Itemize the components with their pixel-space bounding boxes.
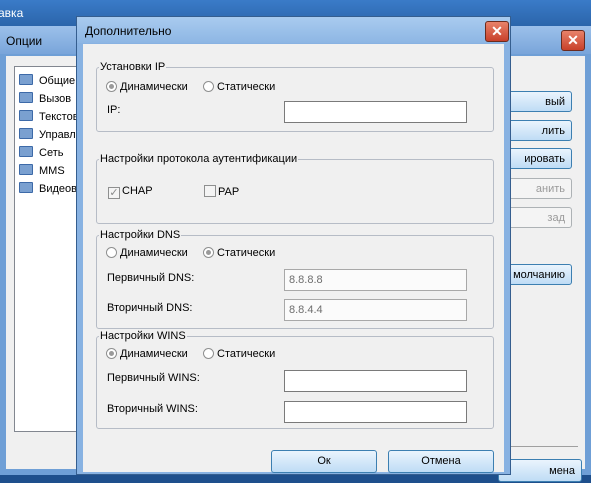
wins-static-radio[interactable]: Статически (203, 348, 275, 360)
radio-unchecked-icon (106, 247, 117, 258)
options-title: Опции (6, 34, 43, 48)
tree-item-control[interactable]: Управле (19, 128, 82, 145)
tree-item-label: Сеть (39, 147, 64, 159)
save-button[interactable]: анить (502, 178, 572, 199)
checkbox-empty-icon (204, 185, 216, 197)
dns-settings-legend: Настройки DNS (99, 229, 182, 241)
ok-button[interactable]: Ок (271, 450, 377, 473)
options-close-button[interactable]: ✕ (561, 30, 585, 51)
tree-item-general[interactable]: Общие (19, 74, 75, 91)
wins-settings-legend: Настройки WINS (99, 330, 187, 342)
back-button-label: зад (547, 212, 565, 224)
ip-settings-group: Установки IP Динамически Статически IP: (96, 61, 494, 132)
folder-icon (19, 182, 33, 193)
options-cancel-label: мена (549, 465, 575, 477)
tree-item-call[interactable]: Вызов (19, 92, 71, 109)
primary-dns-label: Первичный DNS: (107, 272, 195, 284)
pap-label: PAP (218, 186, 240, 198)
ip-settings-legend: Установки IP (99, 61, 167, 73)
auth-settings-legend: Настройки протокола аутентификации (99, 153, 299, 165)
pap-checkbox[interactable]: PAP (204, 185, 239, 198)
cancel-button[interactable]: Отмена (388, 450, 494, 473)
tree-item-network[interactable]: Сеть (19, 146, 63, 163)
secondary-dns-input[interactable] (284, 299, 467, 321)
checkmark-icon: ✓ (108, 187, 120, 199)
tree-item-label: Общие (39, 75, 76, 87)
ip-input[interactable] (284, 101, 467, 123)
auth-settings-group: Настройки протокола аутентификации ✓ CHAP… (96, 153, 494, 224)
tree-item-mms[interactable]: MMS (19, 164, 65, 181)
dns-static-label: Статически (217, 247, 276, 259)
dns-dynamic-radio[interactable]: Динамически (106, 247, 188, 259)
dialog-titlebar[interactable]: Дополнительно ✕ (77, 17, 510, 43)
radio-checked-icon (106, 348, 117, 359)
dns-dynamic-label: Динамически (120, 247, 188, 259)
divider (502, 446, 578, 447)
primary-wins-label: Первичный WINS: (107, 372, 200, 384)
secondary-wins-input[interactable] (284, 401, 467, 423)
radio-unchecked-icon (203, 81, 214, 92)
folder-icon (19, 74, 33, 85)
radio-checked-icon (203, 247, 214, 258)
delete-button-label: лить (541, 125, 565, 137)
default-button[interactable]: молчанию (502, 264, 572, 285)
ip-label: IP: (107, 104, 121, 116)
tree-item-label: Вызов (39, 93, 72, 105)
chap-label: CHAP (122, 185, 153, 197)
tree-item-label: Текстов (39, 111, 79, 123)
secondary-dns-label: Вторичный DNS: (107, 302, 193, 314)
folder-icon (19, 128, 33, 139)
radio-checked-icon (106, 81, 117, 92)
ip-static-label: Статически (217, 81, 276, 93)
folder-icon (19, 92, 33, 103)
wins-dynamic-radio[interactable]: Динамически (106, 348, 188, 360)
tree-item-text[interactable]: Текстов (19, 110, 79, 127)
secondary-wins-label: Вторичный WINS: (107, 403, 198, 415)
primary-dns-input[interactable] (284, 269, 467, 291)
folder-icon (19, 164, 33, 175)
new-button-label: вый (545, 96, 565, 108)
dns-settings-group: Настройки DNS Динамически Статически Пер… (96, 229, 494, 329)
app-title: авка (0, 6, 24, 20)
folder-icon (19, 110, 33, 121)
back-button[interactable]: зад (502, 207, 572, 228)
ip-dynamic-radio[interactable]: Динамически (106, 81, 188, 93)
close-icon: ✕ (567, 32, 579, 48)
new-button[interactable]: вый (502, 91, 572, 112)
ip-dynamic-label: Динамически (120, 81, 188, 93)
dialog-close-button[interactable]: ✕ (485, 21, 509, 42)
wins-dynamic-label: Динамически (120, 348, 188, 360)
chap-checkbox[interactable]: ✓ CHAP (108, 185, 153, 199)
close-icon: ✕ (491, 23, 503, 39)
advanced-dialog: Дополнительно ✕ Установки IP Динамически… (76, 16, 511, 475)
dialog-client: Установки IP Динамически Статически IP: … (83, 44, 504, 473)
edit-button[interactable]: ировать (502, 148, 572, 169)
delete-button[interactable]: лить (502, 120, 572, 141)
primary-wins-input[interactable] (284, 370, 467, 392)
dns-static-radio[interactable]: Статически (203, 247, 275, 259)
tree-item-video[interactable]: Видеовы (19, 182, 85, 199)
folder-icon (19, 146, 33, 157)
wins-static-label: Статически (217, 348, 276, 360)
default-button-label: молчанию (513, 269, 565, 281)
dialog-title: Дополнительно (85, 24, 172, 38)
ip-static-radio[interactable]: Статически (203, 81, 275, 93)
tree-item-label: MMS (39, 165, 65, 177)
save-button-label: анить (535, 183, 565, 195)
edit-button-label: ировать (524, 153, 565, 165)
wins-settings-group: Настройки WINS Динамически Статически Пе… (96, 330, 494, 429)
radio-unchecked-icon (203, 348, 214, 359)
